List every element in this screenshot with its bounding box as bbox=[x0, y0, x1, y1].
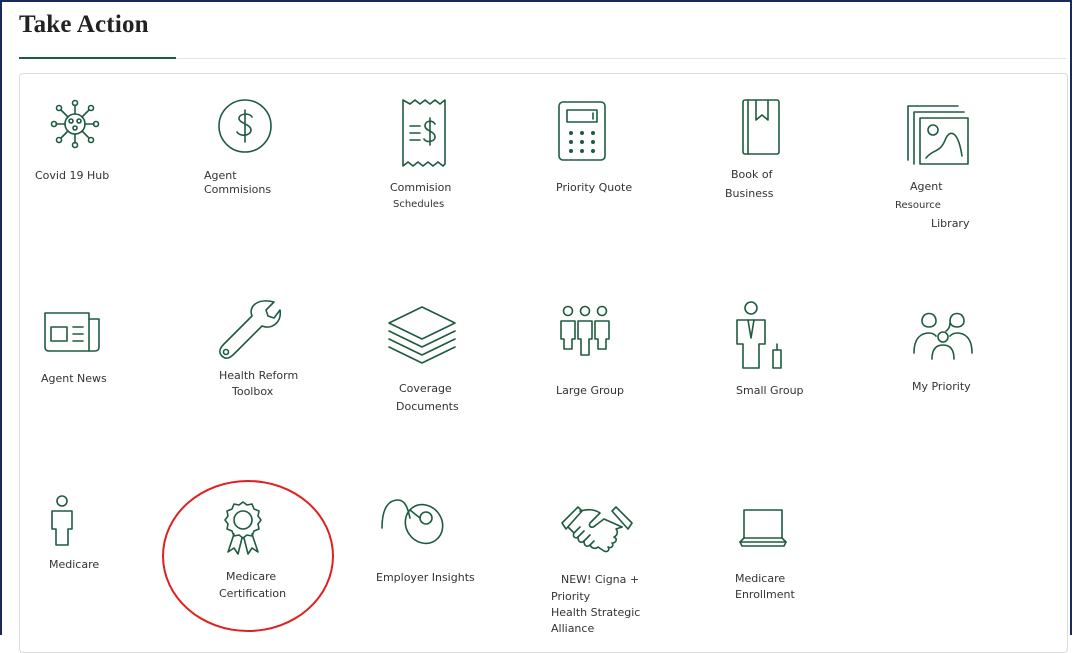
tile-label-line-1: Agent bbox=[204, 169, 237, 182]
tile-label-line-1: Commision bbox=[390, 181, 452, 194]
award-ribbon-icon bbox=[222, 500, 264, 556]
tile-medicare[interactable]: Medicare bbox=[40, 490, 110, 580]
tile-cigna-priority-alliance[interactable]: NEW! Cigna + Priority Health Strategic A… bbox=[550, 495, 670, 635]
receipt-icon bbox=[400, 98, 448, 168]
tile-agent-resource-library[interactable]: Agent Resource Library bbox=[880, 95, 990, 235]
tile-coverage-documents[interactable]: Coverage Documents bbox=[385, 300, 485, 420]
bookmarked-book-icon bbox=[741, 98, 781, 156]
tile-label: Small Group bbox=[736, 384, 804, 397]
image-gallery-icon bbox=[906, 100, 970, 166]
tile-label: Priority Quote bbox=[556, 181, 633, 194]
family-icon bbox=[912, 309, 974, 361]
tile-label-line-2: Schedules bbox=[393, 199, 445, 210]
person-icon bbox=[50, 495, 74, 547]
tile-commision-schedules[interactable]: Commision Schedules bbox=[380, 95, 490, 215]
tile-label-line-2: Commisions bbox=[204, 183, 272, 196]
tile-label-line-4: Alliance bbox=[551, 622, 595, 635]
tile-employer-insights[interactable]: Employer Insights bbox=[372, 490, 492, 590]
tile-label: Large Group bbox=[556, 384, 624, 397]
layers-stack-icon bbox=[387, 305, 457, 365]
tile-label-line-1: NEW! Cigna + bbox=[561, 573, 640, 586]
tile-label-line-1: Medicare bbox=[226, 570, 277, 583]
tile-label-line-2: Resource bbox=[895, 200, 941, 211]
tile-large-group[interactable]: Large Group bbox=[550, 300, 650, 400]
tile-agent-commisions[interactable]: Agent Commisions bbox=[195, 95, 315, 205]
tile-label: Agent News bbox=[41, 372, 107, 385]
title-divider bbox=[19, 58, 1067, 59]
tile-label: Medicare bbox=[49, 558, 100, 571]
tile-label-line-1: Coverage bbox=[399, 382, 452, 395]
tile-label-line-3: Health Strategic bbox=[551, 606, 641, 619]
laptop-icon bbox=[738, 508, 788, 548]
covid-virus-icon bbox=[49, 98, 101, 150]
tile-label: Covid 19 Hub bbox=[35, 169, 110, 182]
tile-label-line-1: Medicare bbox=[735, 572, 786, 585]
tile-label-line-2: Enrollment bbox=[735, 588, 795, 601]
tile-agent-news[interactable]: Agent News bbox=[30, 300, 150, 400]
computer-mouse-icon bbox=[380, 496, 446, 548]
tile-label-line-2: Business bbox=[725, 187, 774, 200]
tile-covid-19-hub[interactable]: Covid 19 Hub bbox=[30, 95, 150, 195]
group-of-people-icon bbox=[558, 305, 612, 357]
tile-label: My Priority bbox=[912, 380, 971, 393]
tile-label-line-2: Documents bbox=[396, 400, 459, 413]
tile-health-reform-toolbox[interactable]: Health Reform Toolbox bbox=[200, 295, 320, 405]
handshake-icon bbox=[560, 503, 634, 555]
tile-medicare-enrollment[interactable]: Medicare Enrollment bbox=[725, 495, 835, 605]
tile-label-line-2: Priority bbox=[551, 590, 591, 603]
tile-label-line-1: Book of bbox=[731, 168, 773, 181]
tile-label-line-2: Certification bbox=[219, 587, 287, 600]
dollar-circle-icon bbox=[217, 98, 273, 154]
title-underline bbox=[19, 57, 176, 59]
wrench-icon bbox=[218, 298, 280, 364]
page-title: Take Action bbox=[19, 11, 149, 38]
tile-my-priority[interactable]: My Priority bbox=[895, 300, 1005, 400]
tile-label-line-3: Library bbox=[931, 217, 970, 230]
tile-label-line-1: Health Reform bbox=[219, 369, 299, 382]
calculator-icon bbox=[557, 100, 607, 162]
tile-small-group[interactable]: Small Group bbox=[720, 295, 830, 405]
businessperson-icon bbox=[731, 300, 795, 370]
tile-label-line-1: Agent bbox=[910, 180, 943, 193]
tile-label: Employer Insights bbox=[376, 571, 475, 584]
tile-medicare-certification[interactable]: Medicare Certification bbox=[195, 495, 305, 605]
newspaper-icon bbox=[43, 311, 101, 353]
tile-book-of-business[interactable]: Book of Business bbox=[720, 95, 820, 205]
tile-priority-quote[interactable]: Priority Quote bbox=[548, 95, 658, 200]
tile-label-line-2: Toolbox bbox=[232, 385, 274, 398]
